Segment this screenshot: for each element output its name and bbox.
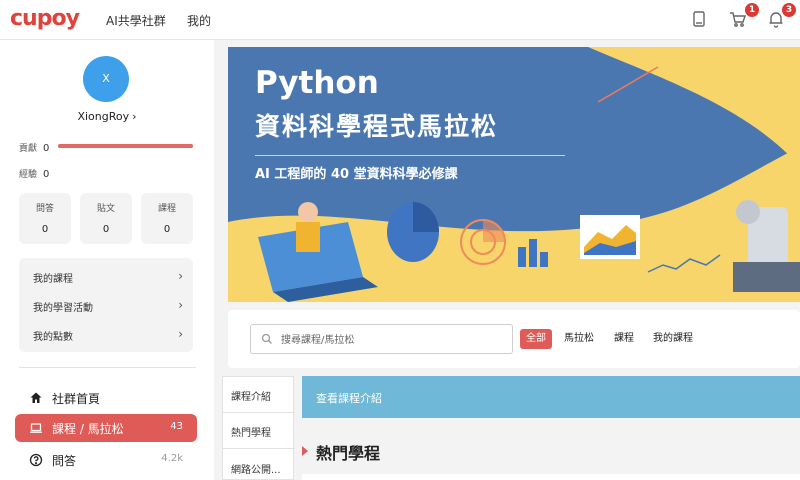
contribution-bar [58, 144, 193, 148]
content-card-edge [302, 474, 800, 480]
course-banner[interactable]: Python 資料科學程式馬拉松 AI 工程師的 40 堂資料科學必修課 [228, 47, 800, 302]
top-bar: cupoy AI共學社群 我的 1 3 [0, 0, 800, 40]
sidebar-divider [19, 367, 196, 368]
laptop-icon [30, 423, 42, 433]
search-filter-bar: 全部 馬拉松 課程 我的課程 [228, 310, 800, 368]
sidebar-item-label: 課程 / 馬拉松 [52, 422, 124, 436]
course-intro-link[interactable]: 查看課程介紹 [302, 376, 800, 418]
filter-marathon[interactable]: 馬拉松 [564, 329, 594, 349]
tab-divider [223, 448, 295, 449]
filter-all[interactable]: 全部 [520, 329, 552, 349]
stat-box-courses[interactable]: 課程 0 [141, 193, 193, 244]
experience-stat: 經驗 0 [19, 167, 49, 180]
menu-item-label: 我的學習活動 [33, 303, 93, 314]
sidebar-item-label: 社群首頁 [52, 392, 101, 406]
tab-divider [223, 412, 295, 413]
book-icon[interactable] [690, 10, 708, 28]
username: XiongRoy [77, 110, 130, 123]
profile-menu: 我的課程 › 我的學習活動 › 我的點數 › [19, 258, 193, 352]
contribution-stat: 貢獻 0 [19, 141, 49, 154]
chevron-right-icon: › [178, 298, 183, 312]
contribution-bar-fill [58, 144, 193, 148]
username-link[interactable]: XiongRoy › [0, 110, 214, 123]
chevron-right-icon: › [132, 110, 137, 123]
menu-item-learning-activity[interactable]: 我的學習活動 › [33, 298, 183, 314]
banner-title-line2: 資料科學程式馬拉松 [255, 112, 499, 141]
experience-label: 經驗 [19, 170, 38, 180]
sidebar-item-count: 43 [170, 421, 183, 432]
tab-public-courses[interactable]: 網路公開... [231, 461, 281, 476]
nav-ai-community[interactable]: AI共學社群 [106, 12, 166, 29]
stat-box-posts[interactable]: 貼文 0 [80, 193, 132, 244]
contribution-label: 貢獻 [19, 144, 38, 154]
course-intro-label: 查看課程介紹 [316, 392, 382, 405]
search-input[interactable] [281, 331, 501, 349]
stat-box-label: 問答 [35, 204, 54, 214]
section-marker-icon [302, 446, 308, 456]
tab-course-intro[interactable]: 課程介紹 [231, 388, 271, 403]
cart-icon[interactable] [729, 10, 747, 28]
sidebar-item-community-home[interactable]: 社群首頁 [15, 384, 197, 412]
banner-title: Python [255, 65, 379, 101]
stat-box-label: 貼文 [96, 204, 115, 214]
question-icon [29, 453, 43, 467]
sidebar-item-courses[interactable]: 課程 / 馬拉松 43 [15, 414, 197, 442]
menu-item-label: 我的點數 [33, 332, 73, 343]
search-icon [261, 333, 272, 344]
notification-badge: 3 [782, 3, 796, 17]
nav-mine[interactable]: 我的 [187, 12, 211, 29]
home-icon [30, 392, 42, 403]
chevron-right-icon: › [178, 327, 183, 341]
sidebar-item-count: 4.2k [161, 453, 183, 464]
tab-popular-programs[interactable]: 熱門學程 [231, 424, 271, 439]
sidebar: X XiongRoy › 貢獻 0 經驗 0 問答 0 貼文 0 課程 0 我的課程 ›… [0, 40, 214, 480]
cupoy-logo[interactable]: cupoy [10, 6, 80, 31]
section-title: 熱門學程 [316, 444, 381, 463]
stat-box-qa[interactable]: 問答 0 [19, 193, 71, 244]
menu-item-label: 我的課程 [33, 274, 73, 285]
banner-divider [255, 155, 565, 156]
stat-box-value: 0 [102, 224, 110, 235]
stat-box-label: 課程 [157, 204, 176, 214]
sidebar-item-qa[interactable]: 問答 4.2k [15, 446, 197, 474]
contribution-value: 0 [43, 143, 50, 154]
avatar[interactable]: X [83, 56, 129, 102]
sidebar-item-label: 問答 [52, 454, 77, 468]
search-box [250, 324, 513, 354]
filter-course[interactable]: 課程 [614, 329, 634, 349]
cart-badge: 1 [745, 3, 759, 17]
stat-box-value: 0 [41, 224, 49, 235]
menu-item-points[interactable]: 我的點數 › [33, 327, 183, 343]
chevron-right-icon: › [178, 269, 183, 283]
stat-box-value: 0 [163, 224, 171, 235]
content-tabs: 課程介紹 熱門學程 網路公開... [222, 376, 295, 480]
experience-value: 0 [43, 169, 50, 180]
filter-my-courses[interactable]: 我的課程 [653, 329, 693, 349]
banner-subtitle: AI 工程師的 40 堂資料科學必修課 [255, 167, 458, 182]
menu-item-my-courses[interactable]: 我的課程 › [33, 269, 183, 285]
